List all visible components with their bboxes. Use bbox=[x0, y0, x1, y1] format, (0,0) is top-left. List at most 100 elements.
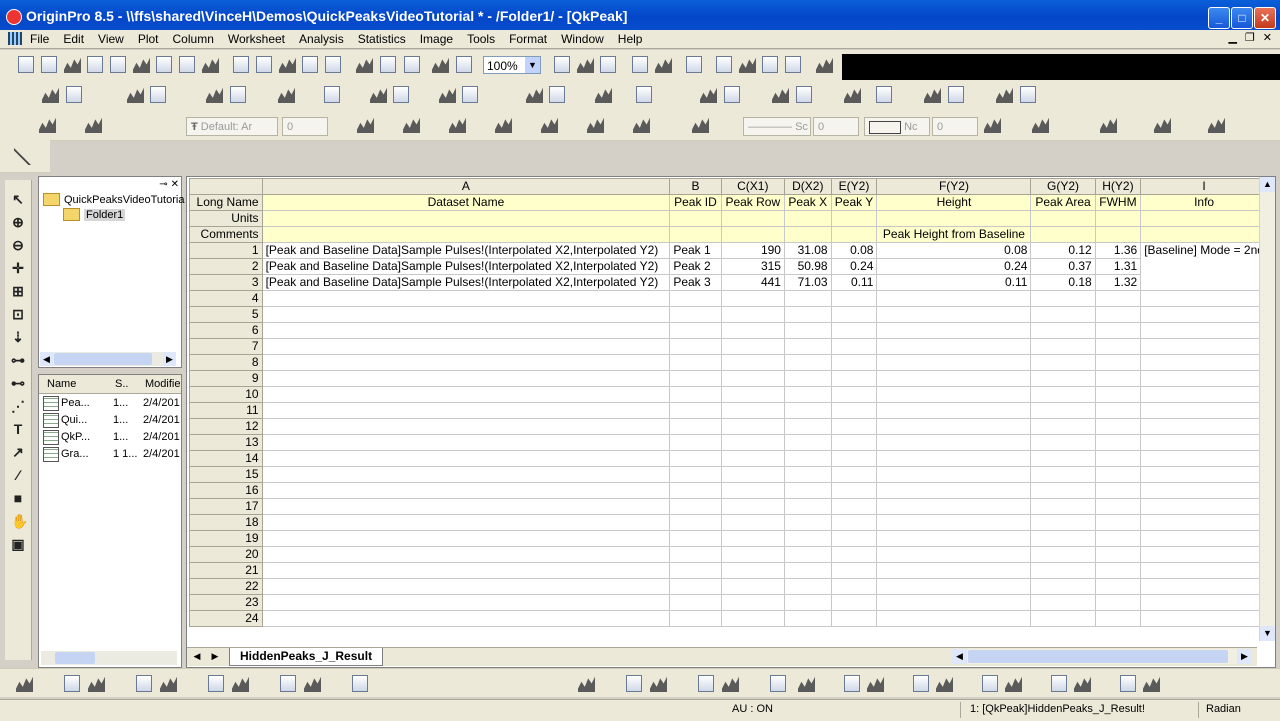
table-cell[interactable] bbox=[261, 338, 671, 355]
table-cell[interactable] bbox=[830, 578, 878, 595]
format-button-12-icon[interactable] bbox=[495, 117, 512, 133]
row-header[interactable]: 20 bbox=[189, 546, 263, 563]
graph-button-18-icon[interactable] bbox=[626, 675, 642, 692]
standard-button-4-icon[interactable] bbox=[87, 56, 103, 73]
worksheet-button-20-icon[interactable] bbox=[526, 87, 543, 103]
table-cell[interactable] bbox=[720, 578, 785, 595]
table-cell[interactable] bbox=[669, 562, 722, 579]
table-cell[interactable]: 0.08 bbox=[876, 242, 1032, 259]
table-cell[interactable] bbox=[261, 322, 671, 339]
worksheet-button-15-icon[interactable] bbox=[393, 86, 409, 103]
table-cell[interactable] bbox=[720, 434, 785, 451]
table-cell[interactable] bbox=[261, 306, 671, 323]
table-cell[interactable] bbox=[261, 546, 671, 563]
graph-button-34-icon[interactable] bbox=[1005, 676, 1022, 692]
label-cell[interactable]: Peak Area bbox=[1030, 194, 1096, 211]
line-style-dropdown[interactable]: ———— Sc bbox=[743, 117, 811, 136]
worksheet-button-21-icon[interactable] bbox=[549, 86, 565, 103]
table-cell[interactable] bbox=[669, 466, 722, 483]
table-cell[interactable] bbox=[830, 482, 878, 499]
worksheet-button-8-icon[interactable] bbox=[206, 87, 223, 103]
table-cell[interactable] bbox=[1030, 466, 1096, 483]
table-cell[interactable] bbox=[876, 482, 1032, 499]
format-button-20-icon[interactable] bbox=[692, 117, 709, 133]
standard-button-12-icon[interactable] bbox=[279, 57, 296, 73]
menu-tools[interactable]: Tools bbox=[467, 32, 495, 46]
menu-worksheet[interactable]: Worksheet bbox=[228, 32, 285, 46]
table-cell[interactable] bbox=[1030, 546, 1096, 563]
table-cell[interactable] bbox=[720, 322, 785, 339]
pointer-tool-icon[interactable]: ↖ bbox=[11, 192, 25, 206]
graph-button-35-icon[interactable] bbox=[1028, 675, 1045, 692]
table-cell[interactable] bbox=[1140, 450, 1268, 467]
worksheet-button-29-icon[interactable] bbox=[772, 87, 789, 103]
table-cell[interactable] bbox=[720, 306, 785, 323]
table-cell[interactable] bbox=[876, 450, 1032, 467]
worksheet-button-38-icon[interactable] bbox=[996, 87, 1013, 103]
format-button-23-icon[interactable] bbox=[1008, 116, 1025, 133]
format-button-17-icon[interactable] bbox=[610, 116, 627, 133]
worksheet-button-2-icon[interactable] bbox=[42, 87, 59, 103]
table-cell[interactable] bbox=[720, 354, 785, 371]
graph-button-21-icon[interactable] bbox=[698, 675, 714, 692]
worksheet-button-36-icon[interactable] bbox=[948, 86, 964, 103]
label-cell[interactable] bbox=[1140, 210, 1268, 227]
worksheet-button-25-icon[interactable] bbox=[660, 86, 677, 103]
table-cell[interactable] bbox=[876, 306, 1032, 323]
row-header[interactable]: 1 bbox=[189, 242, 263, 259]
table-cell[interactable] bbox=[1140, 466, 1268, 483]
table-cell[interactable] bbox=[830, 610, 878, 627]
label-cell[interactable] bbox=[669, 226, 722, 243]
table-cell[interactable] bbox=[1140, 306, 1268, 323]
table-cell[interactable] bbox=[261, 482, 671, 499]
standard-button-6-icon[interactable] bbox=[133, 57, 150, 73]
table-cell[interactable] bbox=[830, 546, 878, 563]
worksheet-button-34-icon[interactable] bbox=[900, 86, 917, 103]
table-cell[interactable] bbox=[1140, 546, 1268, 563]
worksheet-button-35-icon[interactable] bbox=[924, 87, 941, 103]
pan-tool-icon[interactable]: ✋ bbox=[11, 514, 28, 528]
graph-button-30-icon[interactable] bbox=[913, 675, 929, 692]
column-header[interactable]: F(Y2) bbox=[876, 178, 1032, 195]
table-cell[interactable] bbox=[830, 530, 878, 547]
table-cell[interactable] bbox=[1030, 434, 1096, 451]
table-cell[interactable] bbox=[783, 290, 832, 307]
table-cell[interactable] bbox=[720, 418, 785, 435]
table-cell[interactable] bbox=[669, 546, 722, 563]
label-cell[interactable]: Peak ID bbox=[669, 194, 722, 211]
pe-col-size[interactable]: S.. bbox=[115, 378, 128, 390]
graph-button-6-icon[interactable] bbox=[136, 675, 152, 692]
table-cell[interactable] bbox=[669, 530, 722, 547]
tab-next-icon[interactable]: ▶ bbox=[209, 650, 221, 662]
graph-button-14-icon[interactable] bbox=[328, 675, 345, 692]
table-cell[interactable] bbox=[783, 418, 832, 435]
table-cell[interactable] bbox=[261, 466, 671, 483]
data-reader-tool-icon[interactable]: ✛ bbox=[11, 261, 25, 275]
table-cell[interactable] bbox=[830, 594, 878, 611]
table-cell[interactable] bbox=[876, 498, 1032, 515]
menu-format[interactable]: Format bbox=[509, 32, 547, 46]
table-cell[interactable]: [Peak and Baseline Data]Sample Pulses!(I… bbox=[261, 242, 671, 259]
tab-prev-icon[interactable]: ◀ bbox=[191, 650, 203, 662]
table-cell[interactable] bbox=[669, 418, 722, 435]
table-cell[interactable] bbox=[1140, 290, 1268, 307]
table-cell[interactable] bbox=[669, 610, 722, 627]
row-header[interactable]: 4 bbox=[189, 290, 263, 307]
table-cell[interactable] bbox=[783, 338, 832, 355]
table-cell[interactable] bbox=[1140, 514, 1268, 531]
table-cell[interactable] bbox=[1094, 514, 1142, 531]
standard-button-25-icon[interactable] bbox=[686, 56, 702, 73]
table-cell[interactable] bbox=[783, 530, 832, 547]
table-cell[interactable] bbox=[1030, 354, 1096, 371]
region-of-interest-tool-icon[interactable]: ▣ bbox=[11, 537, 25, 551]
table-cell[interactable] bbox=[1030, 402, 1096, 419]
worksheet-button-4-icon[interactable] bbox=[104, 86, 121, 103]
table-cell[interactable] bbox=[1140, 338, 1268, 355]
format-button-29-icon[interactable] bbox=[1178, 116, 1195, 133]
row-header[interactable]: 12 bbox=[189, 418, 263, 435]
menu-view[interactable]: View bbox=[98, 32, 124, 46]
graph-button-23-icon[interactable] bbox=[746, 675, 763, 692]
table-cell[interactable]: Peak 1 bbox=[669, 242, 722, 259]
standard-button-9-icon[interactable] bbox=[202, 57, 219, 73]
worksheet-button-19-icon[interactable] bbox=[485, 86, 502, 103]
